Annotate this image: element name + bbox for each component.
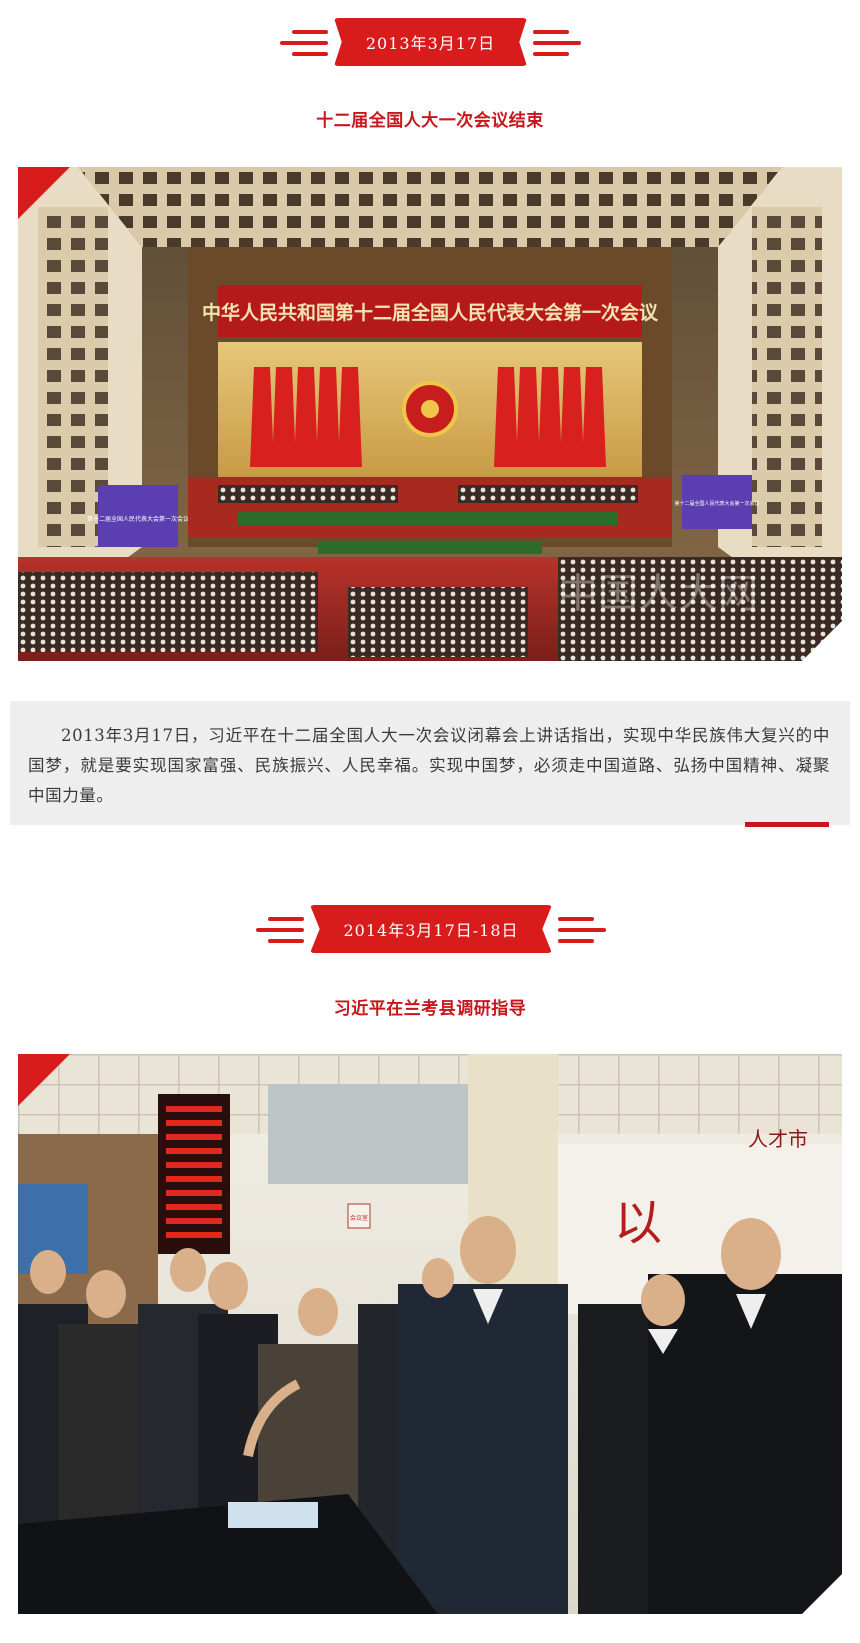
- date-badge-1: 2013年3月17日: [334, 18, 527, 66]
- date-ribbon-2: 2014年3月17日-18日: [0, 905, 860, 965]
- ribbon-lines-left: [280, 30, 328, 58]
- photo-corner-cut: [802, 1574, 842, 1614]
- event-caption-1: 2013年3月17日，习近平在十二届全国人大一次会议闭幕会上讲话指出，实现中华民…: [10, 701, 850, 825]
- ribbon-lines-left: [256, 917, 304, 945]
- side-sign-text: 会议室: [350, 1214, 368, 1222]
- photo-corner-accent: [18, 167, 70, 219]
- event-title-2: 习近平在兰考县调研指导: [333, 999, 527, 1019]
- photo-npc-session: 中华人民共和国第十二届全国人民代表大会第一次会议 第十二届全国人民代表大会第一次…: [18, 167, 842, 661]
- screen-text-right: 第十二届全国人民代表大会第一次会议: [674, 500, 759, 507]
- caption-accent-bar: [745, 822, 829, 827]
- photo-corner-cut: [802, 621, 842, 661]
- banner-text: 中华人民共和国第十二届全国人民代表大会第一次会议: [202, 301, 659, 324]
- date-badge-2: 2014年3月17日-18日: [310, 905, 552, 953]
- wall-sign-right: 以: [614, 1195, 662, 1251]
- npc-hall-illustration: 中华人民共和国第十二届全国人民代表大会第一次会议 第十二届全国人民代表大会第一次…: [18, 167, 842, 661]
- event-title-1: 十二届全国人大一次会议结束: [316, 111, 544, 131]
- date-ribbon-1: 2013年3月17日: [0, 18, 860, 78]
- photo-corner-accent: [18, 1054, 70, 1106]
- photo-lankao-visit: 会议室 人才市 以: [18, 1054, 842, 1614]
- lankao-visit-illustration: 会议室 人才市 以: [18, 1054, 842, 1614]
- watermark-text: 中国人大网: [558, 571, 758, 617]
- ribbon-lines-right: [558, 917, 606, 945]
- screen-text-left: 第十二届全国人民代表大会第一次会议: [87, 515, 189, 523]
- wall-sign-small: 人才市: [748, 1127, 808, 1151]
- ribbon-lines-right: [533, 30, 581, 58]
